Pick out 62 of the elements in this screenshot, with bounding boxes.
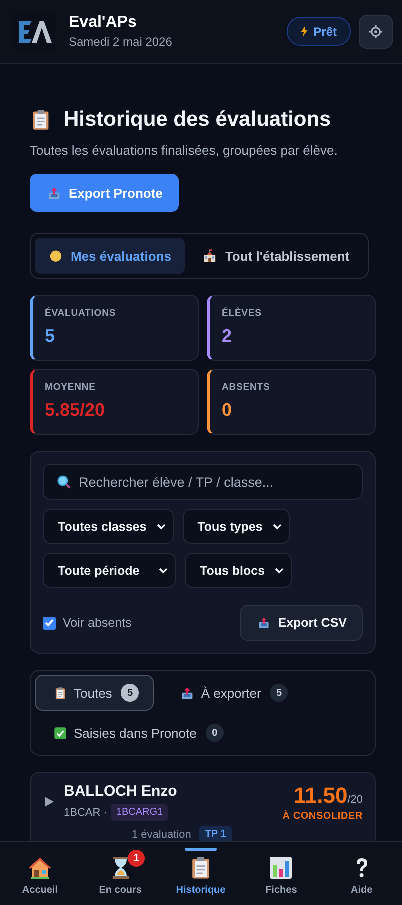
- lightning-icon: [300, 26, 308, 37]
- settings-icon: [369, 24, 383, 38]
- type-tag: TP 1: [199, 826, 232, 841]
- page-subtitle: Toutes les évaluations finalisées, groupées par élève.: [30, 143, 339, 158]
- count-badge: 5: [270, 684, 288, 702]
- search-field[interactable]: Rechercher élève / TP / classe...: [43, 464, 363, 500]
- count-badge: 5: [121, 684, 140, 702]
- outbox-icon: [181, 686, 194, 700]
- filter-dropdown[interactable]: Tous blocs: [185, 553, 292, 588]
- checkbox[interactable]: [43, 616, 56, 630]
- clipboard-icon: [54, 686, 67, 700]
- nav-tab[interactable]: Fiches: [241, 842, 322, 905]
- filter-tab[interactable]: Saisies dans Pronote 0: [35, 715, 239, 751]
- bar-chart-icon: [269, 856, 294, 880]
- chevron-down-icon: [272, 524, 282, 530]
- filter-dropdown[interactable]: Toutes classes: [43, 509, 174, 544]
- app-name: Eval'APs: [69, 14, 138, 32]
- stat-value: 2: [222, 326, 234, 347]
- stat-value: 5: [45, 326, 56, 347]
- nav-tab[interactable]: Aide: [322, 842, 402, 905]
- stat-value: 0: [222, 400, 234, 421]
- filter-dropdown[interactable]: Toute période: [43, 553, 176, 588]
- export-pronote-button[interactable]: Export Pronote: [30, 174, 179, 212]
- student-name: BALLOCH Enzo: [64, 783, 178, 800]
- checkmark-icon: [54, 726, 67, 740]
- chevron-down-icon: [159, 568, 168, 574]
- scope-tab[interactable]: Mes évaluations: [35, 238, 186, 274]
- house-icon: [28, 856, 52, 880]
- evaluation-count: 1 évaluation: [132, 828, 192, 840]
- chevron-down-icon: [156, 524, 166, 530]
- level-label: À CONSOLIDER: [282, 811, 363, 822]
- outbox-icon: [48, 186, 61, 200]
- page-title: Historique des évaluations: [64, 108, 332, 132]
- filter-dropdown[interactable]: Tous types: [182, 509, 290, 544]
- score: 11.50: [294, 783, 348, 809]
- active-indicator: [185, 848, 218, 851]
- stat-label: ÉLÈVES: [222, 308, 263, 319]
- count-badge: 0: [206, 724, 224, 742]
- checkbox-label: Voir absents: [63, 616, 132, 630]
- chevron-down-icon: [275, 568, 284, 574]
- score-max: /20: [348, 794, 363, 806]
- nav-tab[interactable]: Accueil: [0, 842, 80, 905]
- group-tag: 1BCARG1: [111, 804, 168, 821]
- stat-label: ÉVALUATIONS: [45, 308, 118, 319]
- stat-value: 5.85/20: [45, 400, 106, 421]
- nav-tab[interactable]: 1 En cours: [80, 842, 161, 905]
- student-card[interactable]: BALLOCH Enzo 1BCAR · 1BCARG1 11.50/20 À CONSOLIDER 1 évaluation TP 1: [30, 772, 376, 841]
- outbox-icon: [258, 617, 270, 629]
- stat-label: MOYENNE: [45, 382, 97, 393]
- filter-tab[interactable]: Toutes 5: [35, 675, 154, 711]
- building-icon: [203, 249, 218, 263]
- status-badge: Prêt: [286, 17, 351, 46]
- nav-tab[interactable]: Historique: [160, 842, 242, 905]
- logo-icon: [18, 18, 52, 44]
- current-date: Samedi 2 mai 2026: [69, 35, 174, 49]
- export-csv-button[interactable]: Export CSV: [240, 605, 363, 641]
- settings-button[interactable]: [359, 14, 393, 48]
- stat-label: ABSENTS: [222, 382, 272, 393]
- filter-tab[interactable]: À exporter 5: [162, 675, 304, 711]
- class-name: 1BCAR ·: [64, 806, 108, 818]
- scope-tab[interactable]: Tout l'établissement: [189, 238, 364, 274]
- notification-badge: 1: [128, 850, 146, 867]
